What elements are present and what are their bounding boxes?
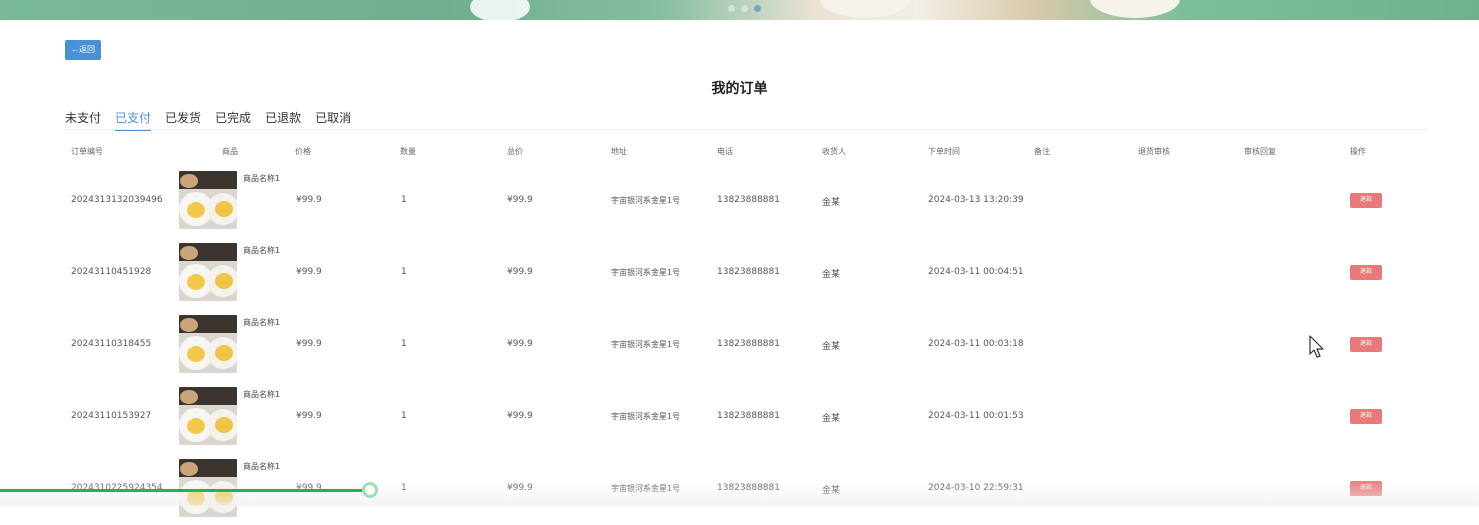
price-cell: ¥99.9	[296, 267, 322, 277]
column-header: 价格	[295, 147, 311, 156]
refund-button[interactable]: 退款	[1350, 337, 1382, 352]
column-header: 订单编号	[71, 147, 103, 156]
column-header: 下单时间	[928, 147, 960, 156]
address-cell: 宇宙银河系金星1号	[611, 268, 681, 277]
carousel-dot[interactable]	[728, 5, 735, 12]
total-price-cell: ¥99.9	[507, 267, 533, 277]
order-time-cell: 2024-03-11 00:01:53	[928, 411, 1024, 421]
tab-1[interactable]: 已支付	[115, 108, 152, 131]
product-name[interactable]: 商品名称1	[243, 245, 280, 256]
tab-3[interactable]: 已完成	[215, 108, 251, 129]
product-thumbnail[interactable]	[179, 315, 237, 373]
address-cell: 宇宙银河系金星1号	[611, 340, 681, 349]
receiver-cell: 金某	[822, 414, 841, 424]
column-header: 退货审核	[1138, 147, 1170, 156]
column-header: 总价	[507, 147, 523, 156]
price-cell: ¥99.9	[296, 195, 322, 205]
back-button[interactable]: ←返回	[65, 40, 101, 60]
column-header: 审核回复	[1244, 147, 1276, 156]
video-progress-handle[interactable]	[361, 482, 378, 498]
refund-button[interactable]: 退款	[1350, 409, 1382, 424]
table-row: 20243110318455 ¥99.9 1 ¥99.9 宇宙银河系金星1号 138238…	[0, 309, 1479, 381]
total-price-cell: ¥99.9	[507, 195, 533, 205]
table-row: 20243131320394​96 ¥99.9 1 ¥99.9 宇宙银河系金星1号 138…	[0, 165, 1479, 237]
refund-button[interactable]: 退款	[1350, 193, 1382, 208]
order-status-tabs: 未支付 已支付 已发货 已完成 已退款 已取消	[65, 108, 365, 131]
column-header: 商品	[222, 147, 238, 156]
quantity-cell: 1	[401, 267, 407, 277]
tab-4[interactable]: 已退款	[265, 108, 301, 129]
address-cell: 宇宙银河系金星1号	[611, 412, 681, 421]
banner-image-egg	[820, 0, 910, 18]
order-number-cell: 20243110153927	[71, 411, 152, 421]
price-cell: ¥99.9	[296, 339, 322, 349]
carousel-dot[interactable]	[741, 5, 748, 12]
banner-image-egg	[1090, 0, 1180, 18]
phone-cell: 13823888881	[717, 267, 780, 277]
quantity-cell: 1	[401, 411, 407, 421]
tab-0[interactable]: 未支付	[65, 108, 101, 129]
total-price-cell: ¥99.9	[507, 339, 533, 349]
price-cell: ¥99.9	[296, 411, 322, 421]
order-number-cell: 20243110318455	[71, 339, 152, 349]
phone-cell: 13823888881	[717, 339, 780, 349]
tab-2[interactable]: 已发货	[165, 108, 201, 129]
table-row: 20243110451928 ¥99.9 1 ¥99.9 宇宙银河系金星1号 138238…	[0, 237, 1479, 309]
column-header: 数量	[400, 147, 416, 156]
order-number-cell: 20243110451928	[71, 267, 152, 277]
mouse-cursor-icon	[1309, 335, 1324, 358]
product-thumbnail[interactable]	[179, 459, 237, 517]
product-name[interactable]: 商品名称1	[243, 173, 280, 184]
tab-5[interactable]: 已取消	[315, 108, 351, 129]
product-name[interactable]: 商品名称1	[243, 461, 280, 472]
refund-button[interactable]: 退款	[1350, 265, 1382, 280]
video-progress-fill	[0, 489, 370, 492]
product-thumbnail[interactable]	[179, 171, 237, 229]
column-header: 电话	[717, 147, 733, 156]
product-name[interactable]: 商品名称1	[243, 317, 280, 328]
page-title: 我的订单	[711, 81, 768, 97]
tabs-divider	[65, 129, 1427, 130]
receiver-cell: 金某	[822, 198, 841, 208]
product-thumbnail[interactable]	[179, 243, 237, 301]
quantity-cell: 1	[401, 195, 407, 205]
order-time-cell: 2024-03-13 13:20:39	[928, 195, 1024, 205]
video-progress-bar[interactable]	[0, 482, 1479, 498]
product-name[interactable]: 商品名称1	[243, 389, 280, 400]
carousel-indicators[interactable]	[728, 5, 761, 12]
banner-carousel[interactable]	[0, 0, 1479, 20]
order-time-cell: 2024-03-11 00:03:18	[928, 339, 1024, 349]
table-row: 20243110153927 ¥99.9 1 ¥99.9 宇宙银河系金星1号 138238…	[0, 381, 1479, 453]
phone-cell: 13823888881	[717, 195, 780, 205]
carousel-dot-active[interactable]	[754, 5, 761, 12]
column-header: 操作	[1350, 147, 1366, 156]
receiver-cell: 金某	[822, 342, 841, 352]
address-cell: 宇宙银河系金星1号	[611, 196, 681, 205]
total-price-cell: ¥99.9	[507, 411, 533, 421]
phone-cell: 13823888881	[717, 411, 780, 421]
product-thumbnail[interactable]	[179, 387, 237, 445]
quantity-cell: 1	[401, 339, 407, 349]
banner-decoration	[470, 0, 530, 20]
column-header: 备注	[1034, 147, 1050, 156]
order-number-cell: 20243131320394​96	[71, 195, 163, 205]
column-header: 收货人	[822, 147, 846, 156]
order-time-cell: 2024-03-11 00:04:51	[928, 267, 1024, 277]
column-header: 地址	[611, 147, 627, 156]
receiver-cell: 金某	[822, 270, 841, 280]
